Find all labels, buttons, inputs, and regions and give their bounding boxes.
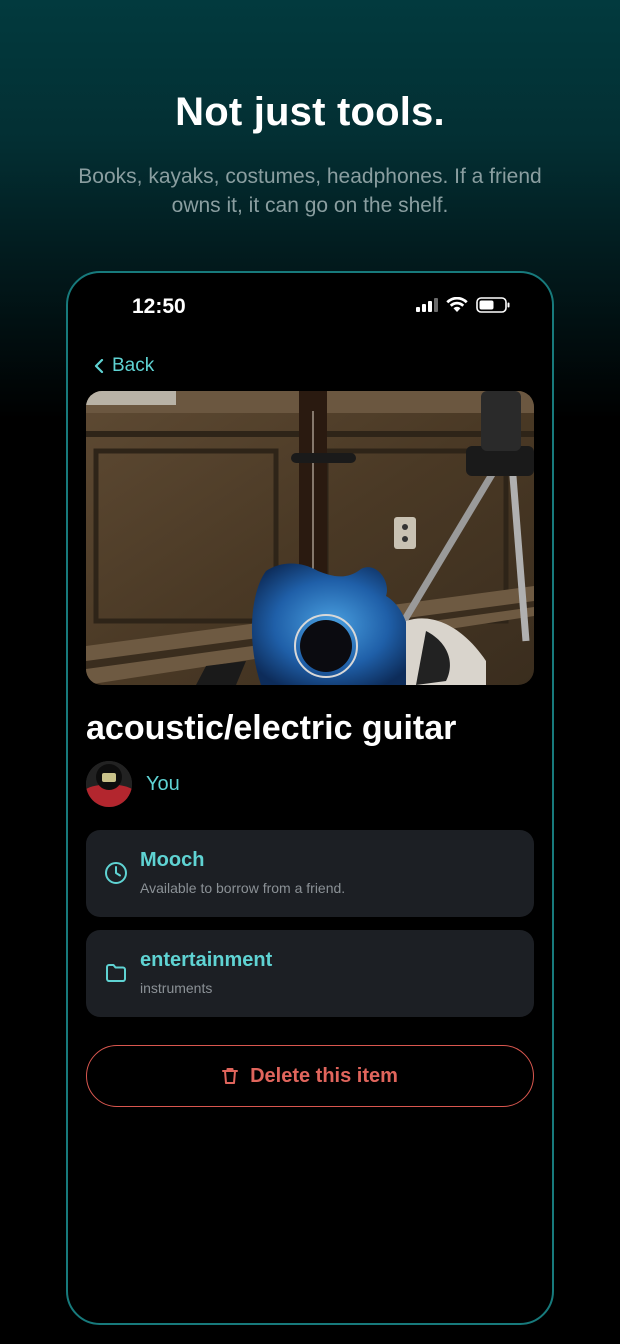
avatar <box>86 761 132 807</box>
owner-row[interactable]: You <box>86 761 180 807</box>
wifi-icon <box>446 297 468 312</box>
phone-frame: 12:50 Back acoustic/electric guitar You … <box>66 271 554 1325</box>
category-card[interactable]: entertainment instruments <box>86 930 534 1017</box>
availability-subtitle: Available to borrow from a friend. <box>140 880 346 896</box>
availability-card[interactable]: Mooch Available to borrow from a friend. <box>86 830 534 917</box>
item-title: acoustic/electric guitar <box>86 709 457 747</box>
availability-title: Mooch <box>140 849 205 871</box>
owner-name: You <box>146 772 180 795</box>
back-label: Back <box>112 355 155 376</box>
promo-headline: Not just tools. <box>175 90 445 134</box>
delete-label: Delete this item <box>250 1064 398 1087</box>
status-icons <box>416 297 510 313</box>
folder-icon <box>106 964 126 982</box>
category-title: entertainment <box>140 949 273 971</box>
status-time: 12:50 <box>132 295 186 318</box>
trash-icon <box>222 1068 239 1084</box>
promo-subline: Books, kayaks, costumes, headphones. If … <box>78 165 542 217</box>
signal-icon <box>416 298 438 312</box>
guitar-photo-image <box>86 391 534 685</box>
delete-item-button[interactable]: Delete this item <box>86 1045 534 1107</box>
item-photo <box>86 391 534 685</box>
category-subtitle: instruments <box>140 980 213 996</box>
back-button[interactable]: Back <box>94 355 154 377</box>
battery-icon <box>476 297 510 313</box>
status-bar: 12:50 <box>68 273 552 343</box>
clock-icon <box>105 862 127 884</box>
chevron-left-icon <box>94 359 104 373</box>
